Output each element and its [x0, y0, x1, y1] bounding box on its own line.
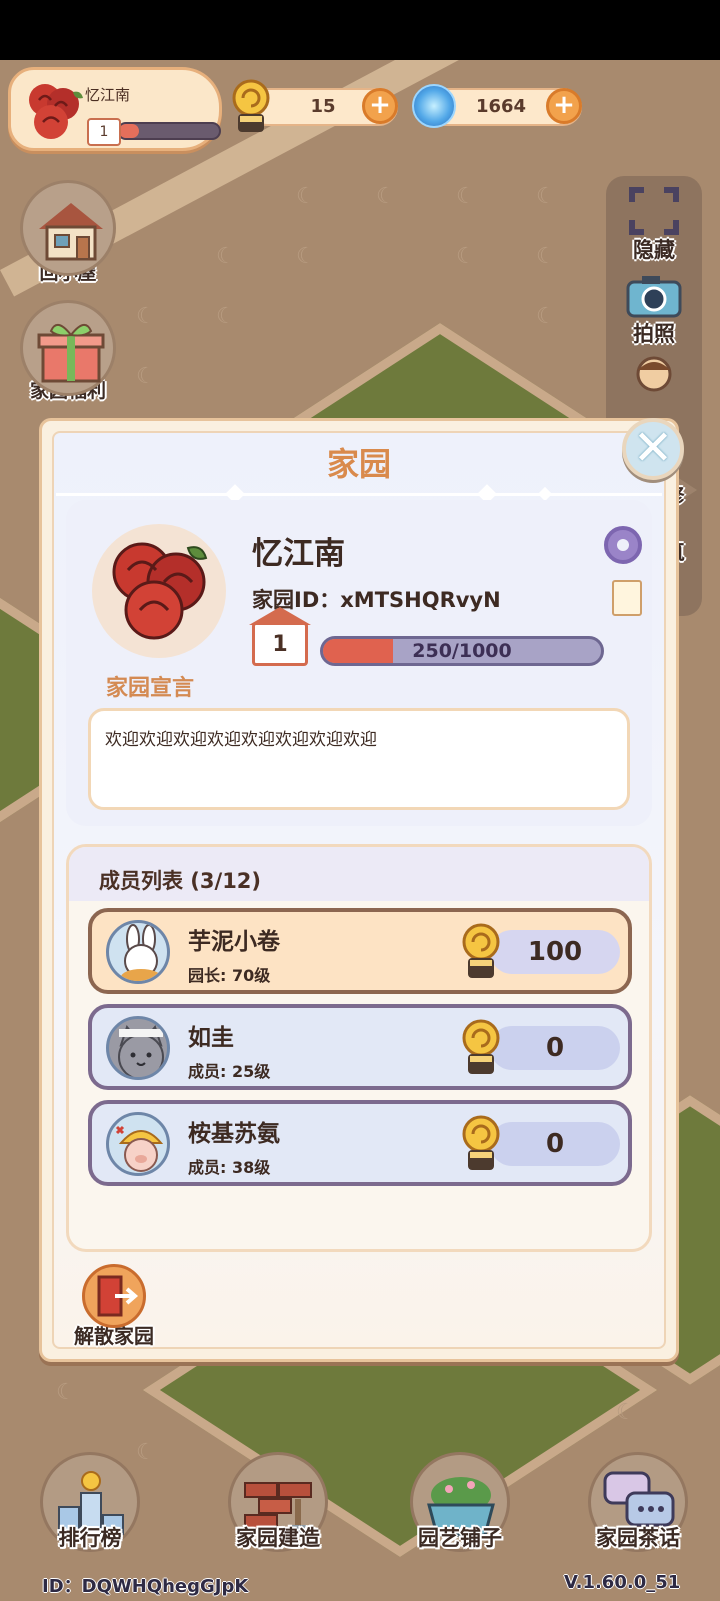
repair-icon	[636, 356, 672, 392]
gardening-shop-label: 园艺铺子	[418, 1526, 502, 1550]
player-id-text: ID：DQWHQhegGJpK	[42, 1576, 249, 1597]
member-avatar	[106, 920, 170, 984]
hide-label: 隐藏	[633, 238, 675, 262]
player-exp-bar	[117, 122, 221, 140]
back-to-house-button[interactable]: 回小屋	[18, 180, 118, 285]
golden-snail-icon	[462, 923, 500, 978]
close-icon: ✕	[632, 420, 674, 476]
declaration-text: 欢迎欢迎欢迎欢迎欢迎欢迎欢迎欢迎	[105, 730, 377, 750]
member-role: 成员: 38级	[188, 1158, 271, 1177]
moon-pattern-icon: ☾	[136, 304, 156, 329]
garden-level-badge: 1	[249, 607, 311, 666]
moon-pattern-icon: ☾	[136, 364, 156, 389]
rose-avatar-icon	[29, 84, 83, 139]
member-list-title: 成员列表 (3/12)	[99, 869, 262, 893]
gear-icon[interactable]	[604, 526, 642, 564]
garden-exp-bar: 250/1000	[320, 636, 604, 666]
copy-icon[interactable]	[607, 580, 642, 624]
member-name: 如圭	[188, 1025, 234, 1051]
moon-pattern-icon: ☾	[216, 304, 236, 329]
garden-level-value: 1	[272, 632, 288, 657]
title-divider	[56, 493, 662, 496]
add-orb-button[interactable]: +	[546, 88, 582, 124]
member-row[interactable]: 桉基苏氨 成员: 38级 0	[88, 1100, 632, 1186]
photo-label: 拍照	[633, 322, 675, 346]
garden-chat-button[interactable]: 家园茶话	[578, 1452, 698, 1552]
door-arrow-icon	[97, 1275, 139, 1317]
member-row[interactable]: 如圭 成员: 25级 0	[88, 1004, 632, 1090]
cat-avatar-icon	[118, 1024, 164, 1077]
member-list-header: 成员列表 (3/12)	[69, 847, 649, 901]
gardening-shop-button[interactable]: 园艺铺子	[400, 1452, 520, 1552]
moon-pattern-icon: ☾	[296, 244, 316, 269]
orb-currency-value: 1664	[475, 96, 527, 117]
hide-icon	[629, 187, 679, 235]
garden-avatar[interactable]	[92, 524, 226, 658]
hide-button[interactable]: 隐藏	[606, 186, 702, 264]
house-icon	[39, 203, 103, 261]
version-text: V.1.60.0_51	[564, 1572, 681, 1593]
pig-builder-avatar-icon	[115, 1125, 164, 1172]
dialog-title: 家园	[326, 445, 391, 483]
add-snail-button[interactable]: +	[362, 88, 398, 124]
member-avatar	[106, 1112, 170, 1176]
bunny-avatar-icon	[121, 924, 161, 981]
leaderboard-button[interactable]: 排行榜	[30, 1452, 150, 1552]
status-bar	[0, 0, 720, 60]
member-role: 成员: 25级	[188, 1062, 271, 1081]
rose-emblem-icon	[112, 542, 208, 640]
swirl-orb-icon	[412, 84, 456, 128]
gift-icon	[37, 324, 105, 383]
garden-exp-text: 250/1000	[412, 640, 512, 662]
camera-icon	[626, 276, 682, 318]
close-dialog-button[interactable]: ✕	[622, 418, 684, 480]
moon-pattern-icon: ☾	[536, 304, 556, 329]
declaration-box[interactable]: 欢迎欢迎欢迎欢迎欢迎欢迎欢迎欢迎	[88, 708, 630, 810]
player-card[interactable]: 忆江南 1	[8, 67, 222, 151]
garden-chat-label: 家园茶话	[596, 1526, 680, 1550]
moon-pattern-icon: ☾	[376, 184, 396, 209]
back-to-house-circle	[20, 180, 116, 276]
leaderboard-label: 排行榜	[58, 1526, 122, 1550]
moon-pattern-icon: ☾	[56, 1380, 76, 1405]
golden-snail-icon	[462, 1019, 500, 1074]
golden-snail-icon	[462, 1115, 500, 1170]
exit-door-icon	[82, 1264, 146, 1328]
garden-welfare-circle	[20, 300, 116, 396]
moon-pattern-icon: ☾	[216, 244, 236, 269]
garden-declaration-label: 家园宣言	[106, 676, 195, 701]
photo-button[interactable]: 拍照	[606, 270, 702, 348]
member-contribution: 0	[490, 1026, 620, 1070]
member-contribution: 0	[490, 1122, 620, 1166]
garden-name: 忆江南	[252, 536, 345, 572]
player-exp-fill	[119, 124, 139, 138]
member-contribution: 100	[490, 930, 620, 974]
moon-pattern-icon: ☾	[536, 184, 556, 209]
garden-build-label: 家园建造	[236, 1526, 320, 1550]
member-name: 桉基苏氨	[188, 1121, 280, 1147]
garden-welfare-button[interactable]: 家园福利	[14, 300, 122, 403]
member-name: 芋泥小卷	[188, 929, 280, 955]
golden-snail-icon	[232, 79, 270, 132]
garden-build-button[interactable]: 家园建造	[218, 1452, 338, 1552]
moon-pattern-icon: ☾	[616, 1400, 636, 1425]
moon-pattern-icon: ☾	[456, 184, 476, 209]
player-name: 忆江南	[85, 86, 131, 104]
snail-currency-value: 15	[310, 96, 336, 117]
member-role: 园长: 70级	[188, 966, 271, 985]
member-row[interactable]: 芋泥小卷 园长: 70级 100	[88, 908, 632, 994]
dissolve-garden-button[interactable]: 解散家园	[62, 1264, 166, 1349]
moon-pattern-icon: ☾	[536, 244, 556, 269]
moon-pattern-icon: ☾	[456, 244, 476, 269]
moon-pattern-icon: ☾	[296, 184, 316, 209]
player-level-badge: 1	[87, 118, 121, 146]
member-avatar	[106, 1016, 170, 1080]
